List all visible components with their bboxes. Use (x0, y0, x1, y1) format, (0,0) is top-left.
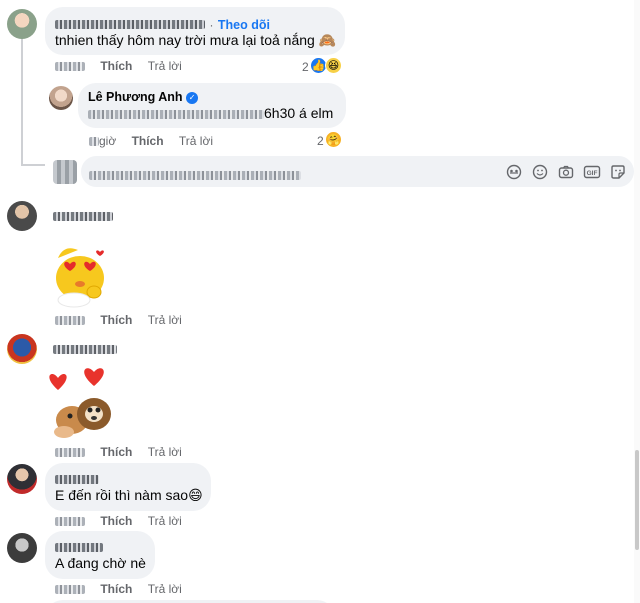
author-name-blurred[interactable] (55, 475, 99, 485)
reply-text: 6h30 á elm (88, 105, 333, 121)
gif-icon[interactable]: GIF (583, 163, 601, 181)
avatar[interactable] (7, 334, 37, 364)
comment-text: A đang chờ nè (55, 555, 146, 571)
comment-actions: Thích Trả lời (55, 582, 182, 596)
avatar[interactable] (7, 9, 37, 39)
like-link[interactable]: Thích (100, 59, 132, 73)
comment-text: E đến rồi thì nàm sao😄 (55, 487, 203, 503)
timestamp-blurred (55, 585, 85, 595)
like-link[interactable]: Thích (100, 582, 132, 596)
camera-icon[interactable] (557, 163, 575, 181)
reply-link[interactable]: Trả lời (148, 445, 182, 459)
emoji-icon[interactable] (531, 163, 549, 181)
comment-actions: Thích Trả lời (55, 445, 182, 459)
reply-author[interactable]: Lê Phương Anh ✓ (88, 90, 199, 104)
sticker-icon[interactable] (609, 163, 627, 181)
timestamp-blurred (55, 517, 85, 527)
reply-actions: giờ Thích Trả lời (89, 134, 213, 148)
reaction-count[interactable]: 2 (302, 60, 309, 74)
like-link[interactable]: Thích (100, 445, 132, 459)
comment-bubble: · Theo dõi tnhien thấy hôm nay trời mưa … (45, 7, 345, 55)
comment-text: tnhien thấy hôm nay trời mưa lại toả nắn… (55, 32, 337, 48)
reply-link[interactable]: Trả lời (148, 59, 182, 73)
reaction-count[interactable]: 2 (317, 134, 324, 148)
reply-link[interactable]: Trả lời (148, 582, 182, 596)
composer-avatar (53, 160, 77, 184)
reply-link[interactable]: Trả lời (179, 134, 213, 148)
like-link[interactable]: Thích (132, 134, 164, 148)
follow-link[interactable]: Theo dõi (218, 18, 270, 32)
verified-badge-icon: ✓ (186, 91, 199, 104)
timestamp-blurred (55, 316, 85, 326)
svg-text:GIF: GIF (587, 170, 598, 177)
avatar[interactable] (7, 464, 37, 494)
comment-bubble: E đến rồi thì nàm sao😄 (45, 463, 211, 511)
reply-text-blurred (88, 109, 264, 119)
reply-link[interactable]: Trả lời (148, 313, 182, 327)
author-name-blurred[interactable] (53, 341, 117, 359)
author-name-blurred[interactable] (53, 208, 113, 226)
comment-actions: Thích Trả lời (55, 313, 182, 327)
avatar[interactable] (49, 86, 73, 110)
comment-actions: Thích Trả lời (55, 514, 182, 528)
reply-branch (21, 80, 23, 92)
reply-link[interactable]: Trả lời (148, 514, 182, 528)
timestamp-blurred (89, 137, 99, 147)
thread-branch (21, 164, 45, 166)
avatar[interactable] (7, 533, 37, 563)
author-name-blurred[interactable] (55, 543, 103, 553)
haha-reaction-icon: 😆 (325, 57, 342, 74)
reply-bubble: Lê Phương Anh ✓ 6h30 á elm (78, 83, 346, 128)
timestamp-blurred (55, 448, 85, 458)
reply-composer[interactable]: GIF (81, 156, 634, 187)
sticker-face-icon[interactable] (505, 163, 523, 181)
like-link[interactable]: Thích (100, 313, 132, 327)
reply-time: giờ (99, 134, 117, 148)
heart-eyes-sticker (50, 240, 120, 310)
avatar[interactable] (7, 201, 37, 231)
comment-actions: Thích Trả lời (55, 59, 182, 73)
dogs-hearts-sticker (42, 366, 122, 442)
author-name-blurred[interactable] (55, 20, 205, 30)
thread-line (21, 38, 23, 166)
scrollbar-thumb[interactable] (635, 450, 639, 550)
comment-bubble: A đang chờ nè (45, 531, 155, 579)
love-hug-reaction-icon: 🤗 (325, 131, 342, 148)
like-link[interactable]: Thích (100, 514, 132, 528)
timestamp-blurred (55, 62, 85, 72)
composer-placeholder-blurred (89, 171, 301, 181)
